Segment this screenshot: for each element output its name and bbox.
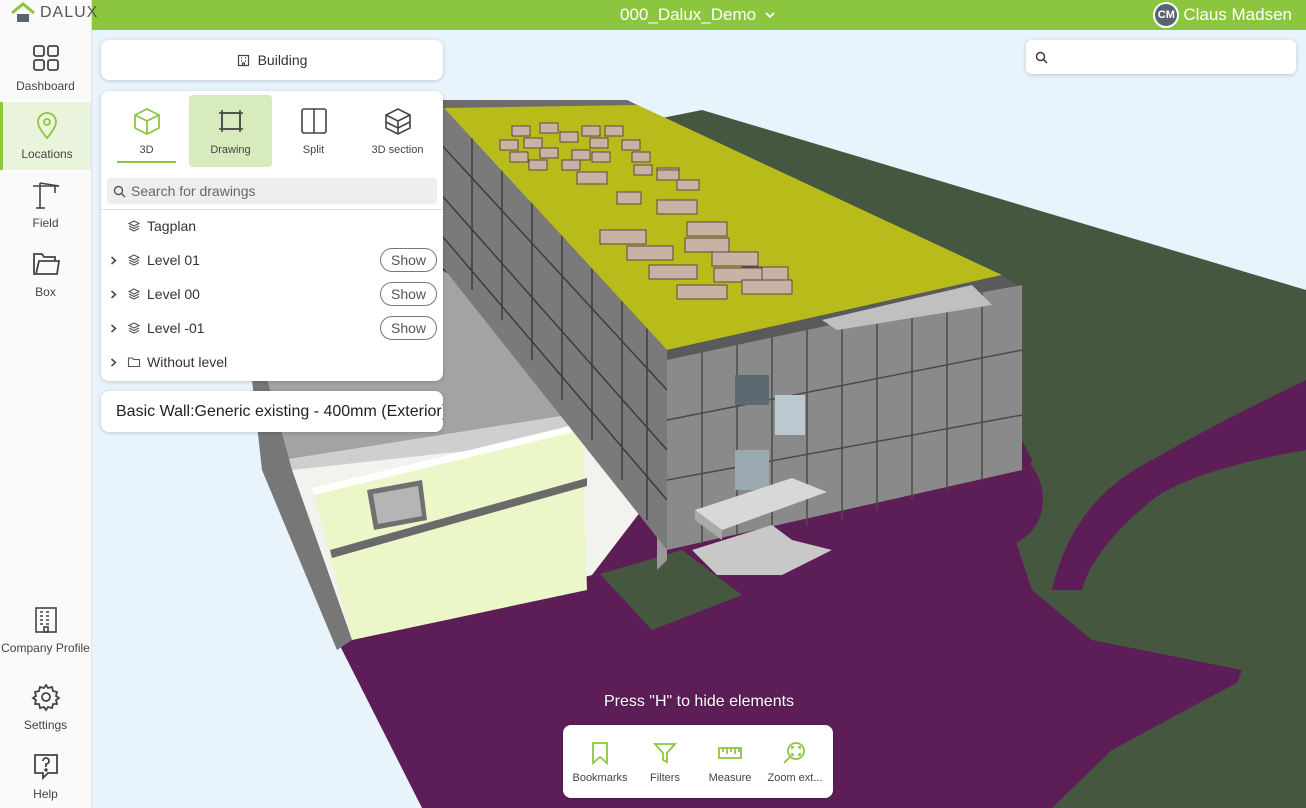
sidebar: DALUX Dashboard Locations Field Box Comp… bbox=[0, 0, 97, 808]
dalux-logo[interactable]: DALUX bbox=[10, 2, 98, 24]
selected-element-info[interactable]: Basic Wall:Generic existing - 400mm (Ext… bbox=[101, 391, 443, 432]
gear-icon bbox=[30, 682, 61, 712]
sidebar-item-locations[interactable]: Locations bbox=[0, 102, 91, 170]
tool-label: Zoom ext... bbox=[767, 771, 823, 784]
layers-icon bbox=[127, 254, 141, 266]
sidebar-item-company-profile[interactable]: Company Profile bbox=[0, 592, 91, 668]
sidebar-item-label: Field bbox=[32, 215, 59, 230]
show-button[interactable]: Show bbox=[380, 282, 437, 306]
tool-label: Measure bbox=[708, 771, 752, 784]
building-selector-button[interactable]: Building bbox=[101, 40, 443, 80]
level-row-without-level[interactable]: Without level bbox=[101, 345, 443, 379]
crane-icon bbox=[32, 181, 59, 209]
level-label: Tagplan bbox=[147, 218, 197, 234]
section-cube-icon bbox=[384, 108, 411, 135]
show-button[interactable]: Show bbox=[380, 248, 437, 272]
level-row-level-00[interactable]: Level 00 Show bbox=[101, 277, 443, 311]
filter-icon bbox=[652, 742, 678, 763]
tab-label: Split bbox=[302, 144, 325, 156]
zoom-extents-icon bbox=[783, 741, 805, 764]
avatar: CM bbox=[1153, 2, 1180, 28]
tool-label: Bookmarks bbox=[572, 771, 628, 784]
chevron-right-icon[interactable] bbox=[109, 357, 118, 367]
logo-text: DALUX bbox=[40, 4, 99, 21]
zoom-extents-button[interactable]: Zoom ext... bbox=[762, 725, 828, 798]
location-pin-icon bbox=[37, 111, 57, 139]
chevron-down-icon bbox=[765, 12, 775, 19]
user-name: Claus Madsen bbox=[1183, 5, 1292, 24]
grid-icon bbox=[32, 44, 59, 71]
sidebar-item-label: Company Profile bbox=[1, 640, 90, 655]
search-placeholder: Search for drawings bbox=[131, 183, 256, 199]
level-label: Without level bbox=[147, 354, 228, 370]
sidebar-item-label: Box bbox=[35, 284, 56, 299]
folder-icon bbox=[32, 252, 60, 275]
tab-label: Drawing bbox=[210, 144, 251, 156]
tab-drawing[interactable]: Drawing bbox=[189, 95, 272, 167]
selected-element-name: Basic Wall:Generic existing - 400mm (Ext… bbox=[116, 402, 443, 420]
layers-icon bbox=[127, 288, 141, 300]
sidebar-item-field[interactable]: Field bbox=[0, 171, 91, 239]
house-logo-icon bbox=[11, 2, 35, 22]
viewer-toolbar: Bookmarks Filters Measure Zoom ext... bbox=[563, 725, 833, 798]
help-icon bbox=[33, 753, 58, 780]
chevron-right-icon[interactable] bbox=[109, 323, 118, 333]
view-mode-tabs: 3D Drawing Split 3D section bbox=[105, 95, 439, 167]
sidebar-item-label: Help bbox=[33, 786, 58, 801]
sidebar-item-label: Locations bbox=[21, 146, 73, 161]
sidebar-item-label: Dashboard bbox=[16, 78, 75, 93]
tab-label: 3D bbox=[139, 144, 154, 156]
sidebar-item-settings[interactable]: Settings bbox=[0, 673, 91, 741]
bookmark-icon bbox=[592, 741, 608, 765]
split-icon bbox=[300, 108, 327, 134]
filters-button[interactable]: Filters bbox=[632, 725, 698, 798]
layers-icon bbox=[127, 322, 141, 334]
search-icon bbox=[1035, 51, 1048, 63]
hide-elements-hint: Press "H" to hide elements bbox=[603, 693, 795, 710]
tool-label: Filters bbox=[650, 771, 680, 784]
tab-3d-section[interactable]: 3D section bbox=[356, 95, 439, 167]
chevron-right-icon[interactable] bbox=[109, 255, 118, 265]
project-name: 000_Dalux_Demo bbox=[620, 5, 757, 24]
sidebar-item-help[interactable]: Help bbox=[0, 742, 91, 808]
bookmarks-button[interactable]: Bookmarks bbox=[567, 725, 633, 798]
level-label: Level 01 bbox=[147, 252, 200, 268]
cube-icon bbox=[133, 107, 160, 136]
sidebar-item-label: Settings bbox=[23, 717, 68, 732]
level-row-tagplan[interactable]: Tagplan bbox=[101, 209, 443, 243]
ruler-icon bbox=[718, 746, 742, 759]
global-search-input[interactable] bbox=[1056, 49, 1286, 65]
level-label: Level 00 bbox=[147, 286, 200, 302]
measure-button[interactable]: Measure bbox=[697, 725, 763, 798]
sidebar-item-dashboard[interactable]: Dashboard bbox=[0, 34, 91, 102]
show-button[interactable]: Show bbox=[380, 316, 437, 340]
global-search[interactable] bbox=[1026, 40, 1296, 74]
tab-label: 3D section bbox=[371, 144, 424, 156]
chevron-right-icon[interactable] bbox=[109, 289, 118, 299]
sidebar-item-box[interactable]: Box bbox=[0, 240, 91, 308]
level-label: Level -01 bbox=[147, 320, 205, 336]
office-building-icon bbox=[34, 606, 57, 633]
project-selector[interactable]: 000_Dalux_Demo bbox=[620, 5, 776, 25]
drawings-search-input[interactable]: Search for drawings bbox=[107, 178, 437, 204]
tab-3d[interactable]: 3D bbox=[105, 95, 188, 167]
locations-panel: 3D Drawing Split 3D section Search for d… bbox=[101, 91, 443, 381]
folder-icon bbox=[127, 357, 141, 368]
building-label: Building bbox=[257, 52, 308, 68]
tab-split[interactable]: Split bbox=[272, 95, 355, 167]
search-icon bbox=[113, 185, 126, 197]
level-row-level-minus-01[interactable]: Level -01 Show bbox=[101, 311, 443, 345]
level-row-level-01[interactable]: Level 01 Show bbox=[101, 243, 443, 277]
building-icon bbox=[237, 54, 249, 66]
layers-icon bbox=[127, 220, 141, 232]
top-bar: 000_Dalux_Demo CM Claus Madsen bbox=[92, 0, 1306, 30]
drawing-icon bbox=[218, 110, 243, 132]
user-menu[interactable]: CM Claus Madsen bbox=[1153, 2, 1292, 28]
